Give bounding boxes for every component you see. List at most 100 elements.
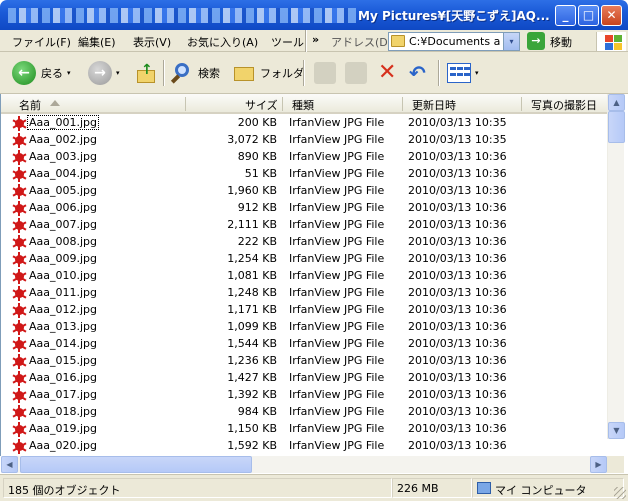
file-name[interactable]: Aaa_015.jpg: [29, 354, 97, 367]
title-bar[interactable]: My Pictures¥[天野こずえ]AQ... _ □ ✕: [0, 0, 628, 30]
table-row[interactable]: Aaa_016.jpg 1,427 KB IrfanView JPG File 201…: [1, 370, 607, 387]
file-size: 984 KB: [237, 405, 277, 418]
file-name[interactable]: Aaa_002.jpg: [29, 133, 97, 146]
scroll-up-button[interactable]: ▲: [608, 94, 625, 111]
table-row[interactable]: Aaa_009.jpg 1,254 KB IrfanView JPG File 201…: [1, 251, 607, 268]
menu-tools[interactable]: ツール: [271, 34, 304, 50]
file-list[interactable]: 名前 サイズ 種類 更新日時 写真の撮影日 Aaa_001.jpg 200 KB I…: [0, 94, 628, 456]
column-name[interactable]: 名前: [19, 97, 41, 113]
file-name[interactable]: Aaa_018.jpg: [29, 405, 97, 418]
file-name[interactable]: Aaa_016.jpg: [29, 371, 97, 384]
forward-dropdown-icon[interactable]: ▾: [116, 69, 120, 77]
menu-view[interactable]: 表示(V): [133, 34, 171, 50]
window-title: My Pictures¥[天野こずえ]AQ...: [358, 9, 550, 23]
irfanview-jpg-icon: [11, 439, 27, 454]
file-size: 1,392 KB: [227, 388, 277, 401]
up-folder-button[interactable]: ↑: [135, 58, 157, 88]
menu-file[interactable]: ファイル(F): [12, 34, 71, 50]
file-name[interactable]: Aaa_020.jpg: [29, 439, 97, 452]
folders-button[interactable]: フォルダ: [233, 58, 304, 88]
file-type: IrfanView JPG File: [289, 235, 385, 248]
scroll-left-button[interactable]: ◀: [1, 456, 18, 473]
file-name[interactable]: Aaa_005.jpg: [29, 184, 97, 197]
table-row[interactable]: Aaa_006.jpg 912 KB IrfanView JPG File 2010/…: [1, 200, 607, 217]
table-row[interactable]: Aaa_005.jpg 1,960 KB IrfanView JPG File 201…: [1, 183, 607, 200]
file-name[interactable]: Aaa_011.jpg: [29, 286, 97, 299]
search-button[interactable]: 検索: [170, 58, 220, 88]
irfanview-jpg-icon: [11, 388, 27, 403]
table-row[interactable]: Aaa_013.jpg 1,099 KB IrfanView JPG File 201…: [1, 319, 607, 336]
table-row[interactable]: Aaa_014.jpg 1,544 KB IrfanView JPG File 201…: [1, 336, 607, 353]
file-name[interactable]: Aaa_013.jpg: [29, 320, 97, 333]
go-button[interactable]: 移動: [550, 34, 572, 50]
file-type: IrfanView JPG File: [289, 354, 385, 367]
column-separator[interactable]: [402, 97, 403, 111]
address-input[interactable]: C:¥Documents and Settings: [409, 35, 501, 48]
table-row[interactable]: Aaa_010.jpg 1,081 KB IrfanView JPG File 201…: [1, 268, 607, 285]
irfanview-jpg-icon: [11, 286, 27, 301]
file-size: 1,254 KB: [227, 252, 277, 265]
table-row[interactable]: Aaa_004.jpg 51 KB IrfanView JPG File 2010/0…: [1, 166, 607, 183]
back-dropdown-icon[interactable]: ▾: [67, 69, 71, 77]
menu-edit[interactable]: 編集(E): [78, 34, 116, 50]
column-size[interactable]: サイズ: [245, 97, 278, 113]
table-row[interactable]: Aaa_007.jpg 2,111 KB IrfanView JPG File 201…: [1, 217, 607, 234]
file-modified: 2010/03/13 10:36: [408, 286, 507, 299]
views-dropdown-icon[interactable]: ▾: [475, 69, 479, 77]
table-row[interactable]: Aaa_011.jpg 1,248 KB IrfanView JPG File 201…: [1, 285, 607, 302]
maximize-button[interactable]: □: [578, 5, 599, 26]
file-name[interactable]: Aaa_008.jpg: [29, 235, 97, 248]
vertical-scroll-thumb[interactable]: [608, 111, 625, 143]
forward-button[interactable]: → ▾: [88, 58, 120, 88]
column-separator[interactable]: [185, 97, 186, 111]
address-bar[interactable]: C:¥Documents and Settings ▾: [388, 32, 520, 51]
table-row[interactable]: Aaa_020.jpg 1,592 KB IrfanView JPG File 201…: [1, 438, 607, 455]
horizontal-scrollbar[interactable]: ◀ ▶: [1, 456, 607, 473]
delete-button[interactable]: ✕: [378, 58, 396, 88]
file-type: IrfanView JPG File: [289, 405, 385, 418]
file-name[interactable]: Aaa_009.jpg: [29, 252, 97, 265]
address-dropdown-button[interactable]: ▾: [503, 33, 519, 50]
column-separator[interactable]: [521, 97, 522, 111]
menu-favorites[interactable]: お気に入り(A): [187, 34, 258, 50]
views-button[interactable]: ▾: [447, 58, 479, 88]
scroll-down-button[interactable]: ▼: [608, 422, 625, 439]
table-row[interactable]: Aaa_017.jpg 1,392 KB IrfanView JPG File 201…: [1, 387, 607, 404]
table-row[interactable]: Aaa_019.jpg 1,150 KB IrfanView JPG File 201…: [1, 421, 607, 438]
copy-to-button[interactable]: [345, 58, 367, 88]
close-button[interactable]: ✕: [601, 5, 622, 26]
table-row[interactable]: Aaa_008.jpg 222 KB IrfanView JPG File 2010/…: [1, 234, 607, 251]
file-name[interactable]: Aaa_006.jpg: [29, 201, 97, 214]
file-name[interactable]: Aaa_019.jpg: [29, 422, 97, 435]
file-name[interactable]: Aaa_007.jpg: [29, 218, 97, 231]
file-name[interactable]: Aaa_001.jpg: [26, 115, 100, 130]
file-name[interactable]: Aaa_004.jpg: [29, 167, 97, 180]
table-row[interactable]: Aaa_015.jpg 1,236 KB IrfanView JPG File 201…: [1, 353, 607, 370]
table-row[interactable]: Aaa_018.jpg 984 KB IrfanView JPG File 2010/…: [1, 404, 607, 421]
minimize-button[interactable]: _: [555, 5, 576, 26]
menu-overflow-chevron[interactable]: »: [312, 33, 319, 46]
table-row[interactable]: Aaa_003.jpg 890 KB IrfanView JPG File 2010/…: [1, 149, 607, 166]
file-name[interactable]: Aaa_010.jpg: [29, 269, 97, 282]
file-name[interactable]: Aaa_017.jpg: [29, 388, 97, 401]
table-row[interactable]: Aaa_001.jpg 200 KB IrfanView JPG File 2010/…: [1, 115, 607, 132]
file-name[interactable]: Aaa_014.jpg: [29, 337, 97, 350]
file-name[interactable]: Aaa_003.jpg: [29, 150, 97, 163]
file-name[interactable]: Aaa_012.jpg: [29, 303, 97, 316]
undo-button[interactable]: ↶: [409, 58, 426, 88]
column-date-taken[interactable]: 写真の撮影日: [531, 97, 597, 113]
column-type[interactable]: 種類: [292, 97, 314, 113]
scroll-right-button[interactable]: ▶: [590, 456, 607, 473]
move-to-button[interactable]: [314, 58, 336, 88]
toolbar-separator: [303, 60, 305, 86]
go-arrow-icon[interactable]: →: [527, 32, 545, 50]
column-separator[interactable]: [282, 97, 283, 111]
back-button[interactable]: ← 戻る ▾: [12, 58, 71, 88]
resize-grip[interactable]: [614, 487, 626, 499]
table-row[interactable]: Aaa_002.jpg 3,072 KB IrfanView JPG File 201…: [1, 132, 607, 149]
column-modified[interactable]: 更新日時: [412, 97, 456, 113]
vertical-scrollbar[interactable]: ▲ ▼: [607, 94, 625, 439]
horizontal-scroll-thumb[interactable]: [20, 456, 252, 473]
table-row[interactable]: Aaa_012.jpg 1,171 KB IrfanView JPG File 201…: [1, 302, 607, 319]
file-type: IrfanView JPG File: [289, 116, 385, 129]
